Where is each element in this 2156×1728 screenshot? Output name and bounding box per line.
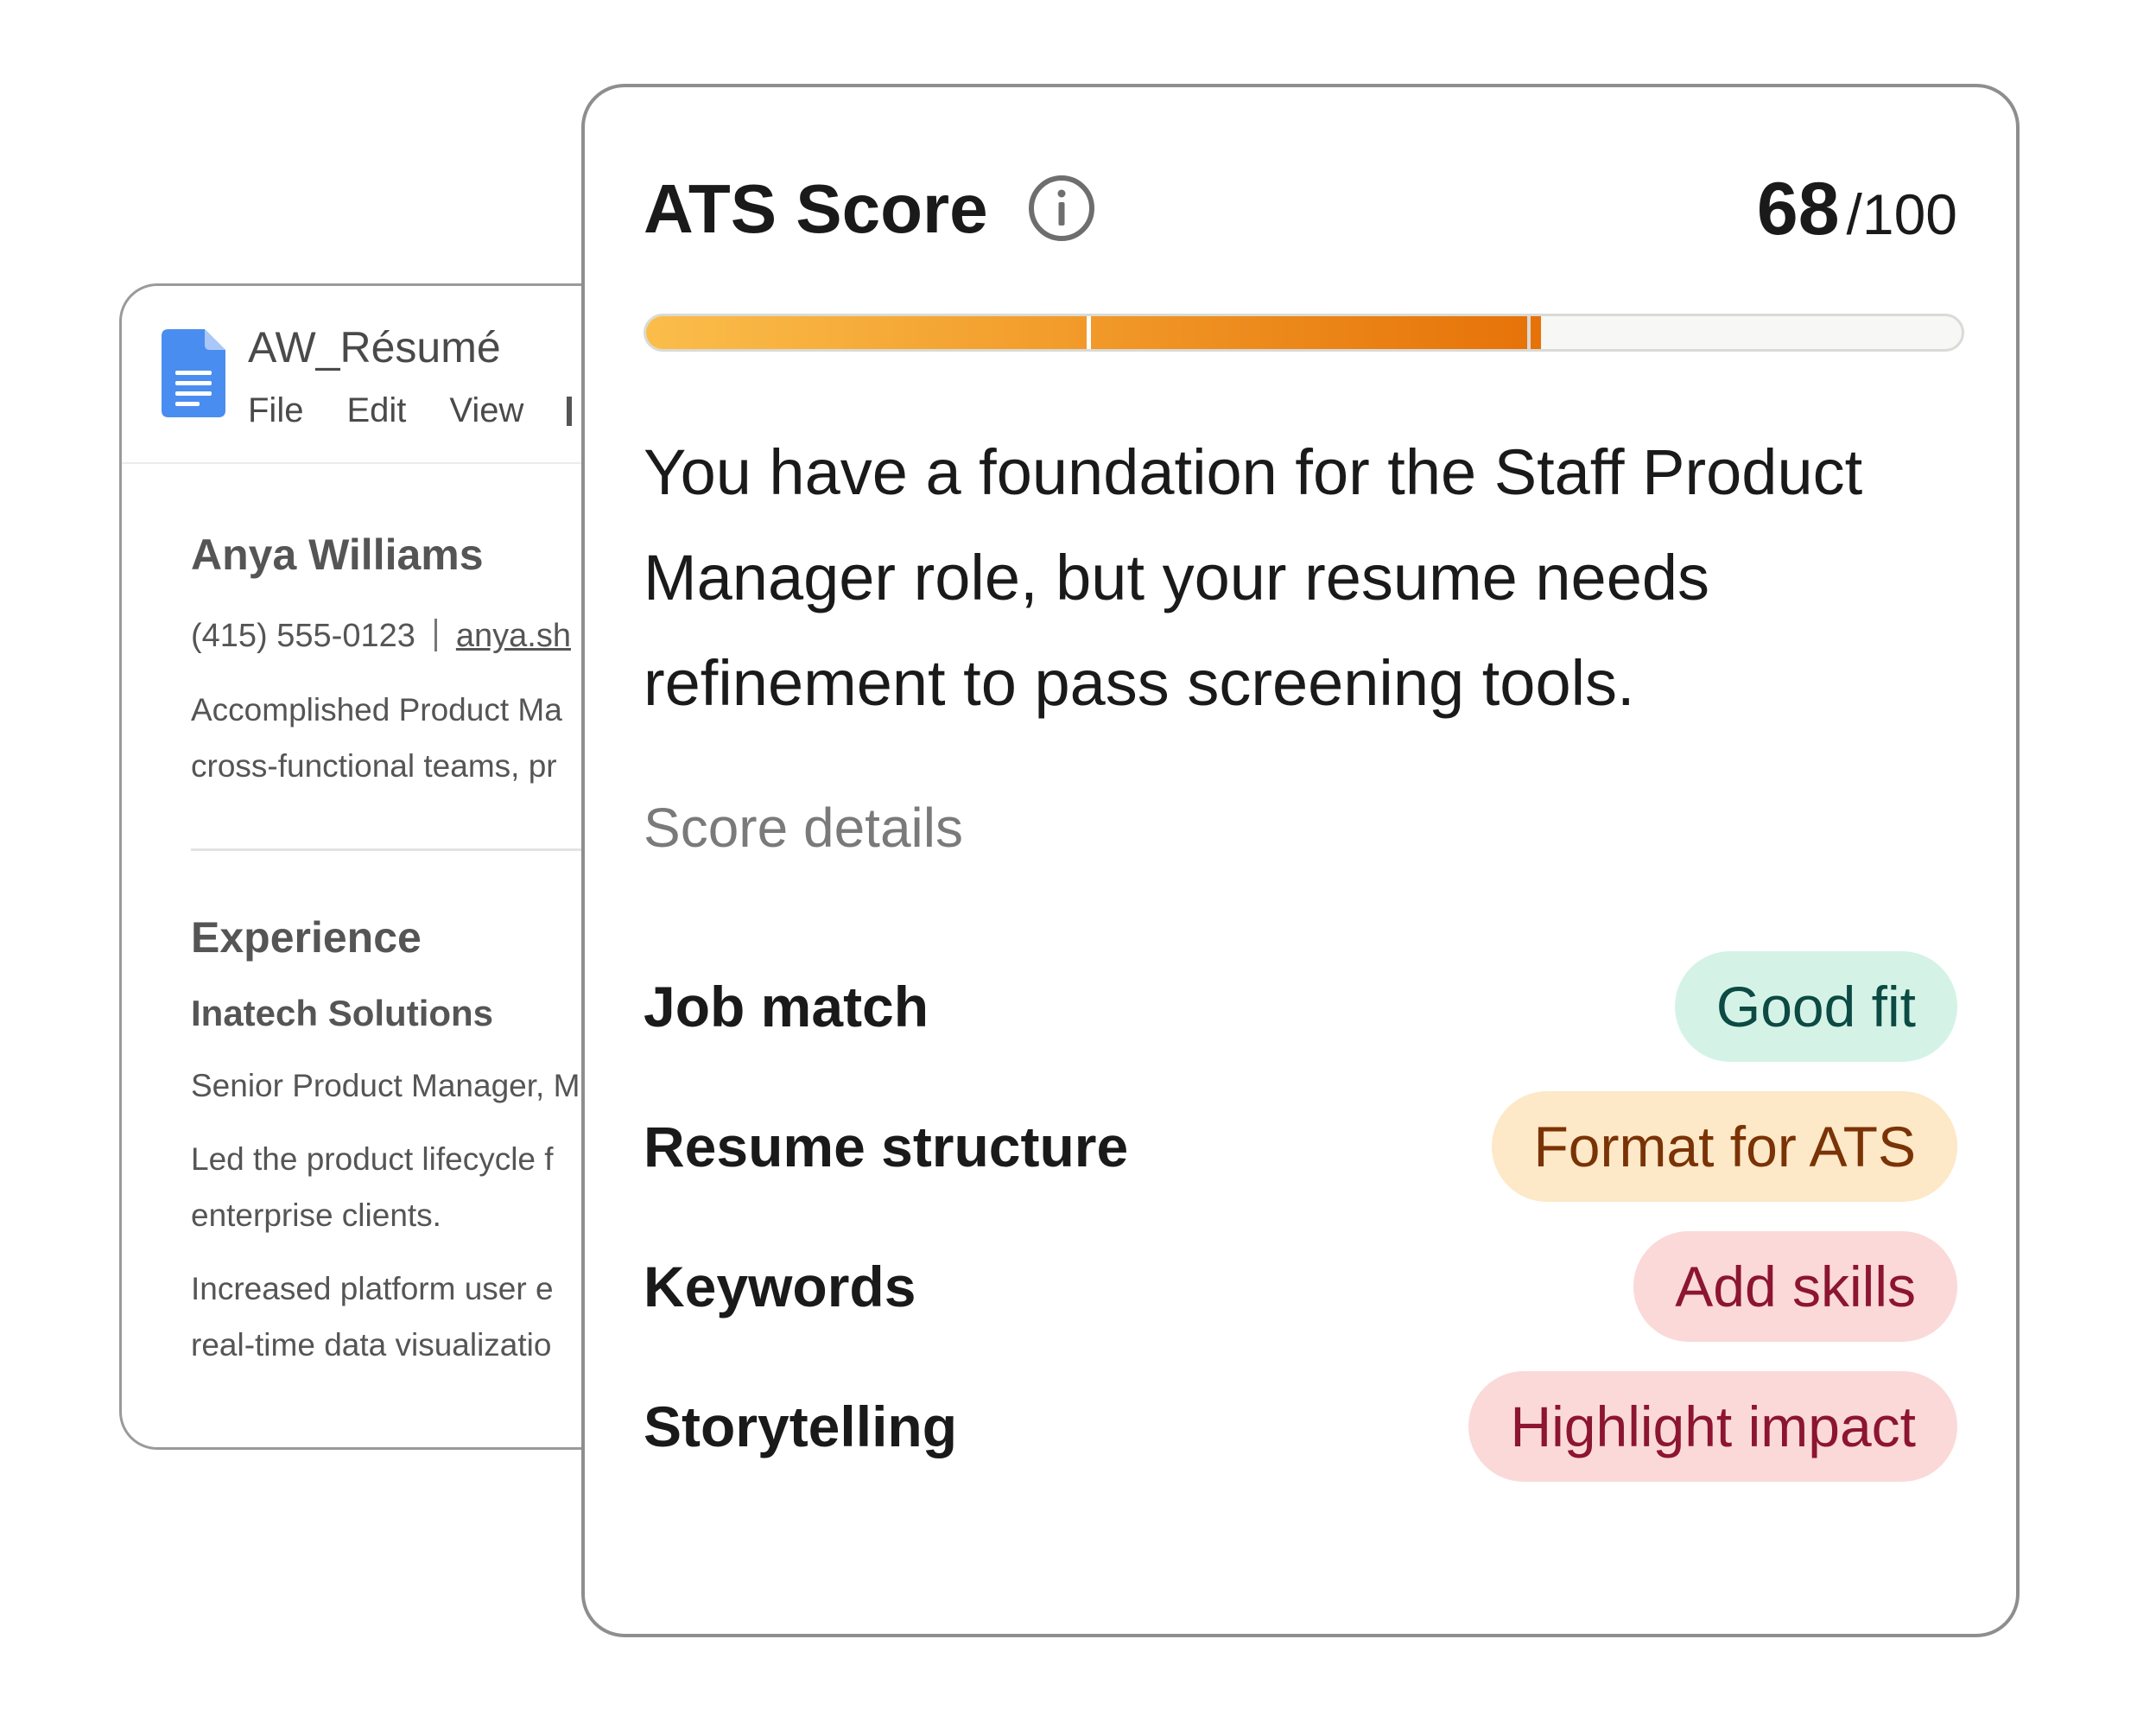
menu-view[interactable]: View (449, 391, 523, 430)
resume-summary-line: Accomplished Product Ma (191, 692, 562, 727)
resume-contact: (415) 555-0123 anya.sh (191, 618, 571, 655)
score-progress-fill (646, 316, 1541, 349)
resume-bullet-line: Increased platform user e (191, 1271, 554, 1306)
detail-label: Keywords (644, 1255, 916, 1318)
score-details-heading: Score details (644, 797, 963, 859)
score-readout: 68/100 (1757, 167, 1957, 252)
menu-overflow-edge (567, 397, 573, 426)
menu-file[interactable]: File (248, 391, 303, 430)
detail-row-keywords: Keywords Add skills (644, 1231, 1957, 1342)
score-value: 68 (1756, 168, 1840, 251)
doc-icon (162, 329, 225, 417)
resume-phone: (415) 555-0123 (191, 618, 415, 654)
document-title[interactable]: AW_Résumé (248, 322, 501, 372)
detail-label: Storytelling (644, 1394, 958, 1458)
ats-score-title: ATS Score (644, 170, 988, 247)
progress-segment-divider (1087, 316, 1091, 349)
resume-name: Anya Williams (191, 530, 484, 579)
ats-score-card: ATS Score 68/100 You have a foundation f… (581, 84, 2020, 1637)
stage: AW_Résumé File Edit View Anya Williams (… (0, 0, 2156, 1728)
resume-link[interactable]: anya.sh (456, 618, 571, 654)
resume-bullet-line: Led the product lifecycle f (191, 1141, 554, 1177)
document-menu-bar: File Edit View (248, 391, 573, 430)
score-max: /100 (1846, 182, 1957, 246)
detail-row-job-match: Job match Good fit (644, 951, 1957, 1062)
progress-threshold-tick (1527, 316, 1531, 349)
status-pill[interactable]: Format for ATS (1492, 1091, 1957, 1202)
detail-row-resume-structure: Resume structure Format for ATS (644, 1091, 1957, 1202)
score-progress-bar (644, 314, 1964, 352)
detail-row-storytelling: Storytelling Highlight impact (644, 1371, 1957, 1482)
status-pill[interactable]: Highlight impact (1468, 1371, 1957, 1482)
score-summary: You have a foundation for the Staff Prod… (644, 436, 1863, 719)
resume-bullet-line: enterprise clients. (191, 1198, 441, 1233)
status-pill[interactable]: Add skills (1633, 1231, 1957, 1342)
job-role: Senior Product Manager, M (191, 1068, 580, 1103)
menu-edit[interactable]: Edit (346, 391, 406, 430)
company-name: Inatech Solutions (191, 993, 494, 1033)
experience-heading: Experience (191, 913, 422, 962)
contact-separator (434, 619, 437, 651)
status-pill[interactable]: Good fit (1674, 951, 1957, 1062)
resume-bullet-line: real-time data visualizatio (191, 1327, 552, 1363)
detail-label: Job match (644, 975, 929, 1039)
resume-summary-line: cross-functional teams, pr (191, 748, 557, 784)
info-icon[interactable] (1027, 174, 1096, 243)
detail-label: Resume structure (644, 1115, 1129, 1178)
